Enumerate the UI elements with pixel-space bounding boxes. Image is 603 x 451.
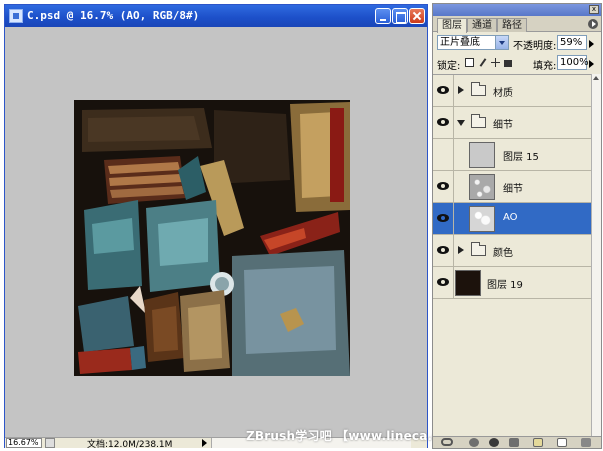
layer-group-color[interactable]: 颜色: [433, 235, 591, 267]
layer-group-material[interactable]: 材质: [433, 75, 591, 107]
photoshop-doc-icon: [9, 9, 23, 23]
layer-detail[interactable]: 细节: [433, 171, 591, 203]
eye-separator: [453, 139, 454, 171]
layer-name: 颜色: [493, 248, 513, 259]
close-icon[interactable]: [409, 8, 425, 24]
panel-titlebar[interactable]: x: [433, 4, 601, 16]
fill-slider-arrow-icon[interactable]: [589, 60, 594, 68]
layer-name: 图层 19: [487, 280, 523, 291]
layer-style-icon[interactable]: [469, 438, 479, 447]
zoom-level-field[interactable]: 16.67%: [6, 438, 42, 448]
eye-separator: [453, 235, 454, 267]
eye-icon[interactable]: [437, 182, 449, 190]
eye-icon[interactable]: [437, 86, 449, 94]
expand-arrow-icon[interactable]: [458, 86, 464, 94]
vertical-scrollbar[interactable]: [591, 74, 601, 442]
folder-icon: [471, 114, 486, 128]
layer-thumbnail: [469, 142, 495, 168]
scroll-up-icon[interactable]: [593, 76, 599, 80]
adjustment-layer-icon[interactable]: [509, 438, 519, 447]
lock-label: 锁定:: [437, 61, 461, 72]
layer-mask-icon[interactable]: [489, 438, 499, 447]
new-layer-icon[interactable]: [557, 438, 567, 447]
layers-list: 材质 细节 图层 15 细节 AO 颜色 图层 19: [433, 74, 591, 442]
maximize-icon[interactable]: [392, 8, 408, 24]
layers-panel: x 图层 通道 路径 正片叠底 不透明度: 59% 锁定: 填充: 100% 材…: [432, 3, 602, 449]
lock-all-icon[interactable]: [504, 60, 512, 67]
minimize-icon[interactable]: [375, 8, 391, 24]
texture-map-image: [74, 100, 350, 376]
panel-menu-icon[interactable]: [588, 19, 598, 29]
layer-thumbnail: [469, 174, 495, 200]
collapse-arrow-icon[interactable]: [457, 120, 465, 126]
trash-icon[interactable]: [581, 438, 591, 447]
panel-close-icon[interactable]: x: [589, 5, 599, 14]
eye-icon[interactable]: [437, 246, 449, 254]
fill-input[interactable]: 100%: [557, 55, 589, 70]
status-info-icon[interactable]: [45, 438, 55, 448]
status-menu-arrow-icon[interactable]: [202, 439, 207, 447]
panel-footer: [433, 436, 601, 448]
layer-name: 细节: [503, 184, 523, 195]
eye-separator: [453, 203, 454, 235]
eye-icon[interactable]: [437, 214, 449, 222]
lock-fill-row: 锁定: 填充: 100%: [433, 54, 601, 72]
layer-name: 细节: [493, 120, 513, 131]
fill-label: 填充:: [533, 61, 557, 72]
document-window: C.psd @ 16.7% (AO, RGB/8#) 16.67% 文档:12.…: [4, 4, 428, 450]
blend-mode-select[interactable]: 正片叠底: [437, 35, 509, 50]
layer-name: 图层 15: [503, 152, 539, 163]
link-layers-icon[interactable]: [441, 438, 453, 446]
eye-icon[interactable]: [437, 118, 449, 126]
folder-icon: [471, 242, 486, 256]
folder-icon: [471, 82, 486, 96]
tab-layers[interactable]: 图层: [437, 18, 467, 33]
tab-paths[interactable]: 路径: [497, 18, 527, 32]
layer-ao[interactable]: AO: [433, 203, 591, 235]
canvas-area[interactable]: [5, 27, 427, 437]
app-root: C.psd @ 16.7% (AO, RGB/8#) 16.67% 文档:12.…: [0, 0, 603, 451]
tab-channels[interactable]: 通道: [467, 18, 497, 32]
layer-thumbnail: [455, 270, 481, 296]
lock-move-icon[interactable]: [491, 58, 500, 67]
layer-thumbnail: [469, 206, 495, 232]
eye-separator: [453, 107, 454, 139]
opacity-slider-arrow-icon[interactable]: [589, 40, 594, 48]
eye-separator: [453, 75, 454, 107]
opacity-input[interactable]: 59%: [557, 35, 587, 50]
layer-19[interactable]: 图层 19: [433, 267, 591, 299]
layer-group-detail[interactable]: 细节: [433, 107, 591, 139]
lock-brush-icon[interactable]: [478, 58, 487, 67]
layer-name: 材质: [493, 88, 513, 99]
expand-arrow-icon[interactable]: [458, 246, 464, 254]
new-group-icon[interactable]: [533, 438, 543, 447]
eye-separator: [453, 171, 454, 203]
blend-mode-value: 正片叠底: [440, 37, 480, 48]
layer-name: AO: [503, 212, 518, 223]
lock-transparency-icon[interactable]: [465, 58, 474, 67]
panel-tabs: 图层 通道 路径: [433, 16, 601, 33]
layer-15[interactable]: 图层 15: [433, 139, 591, 171]
eye-separator: [453, 267, 454, 299]
opacity-label: 不透明度:: [513, 41, 557, 52]
blend-opacity-row: 正片叠底 不透明度: 59%: [433, 34, 601, 52]
chevron-down-icon[interactable]: [495, 36, 508, 49]
eye-icon[interactable]: [437, 278, 449, 286]
document-titlebar[interactable]: C.psd @ 16.7% (AO, RGB/8#): [5, 5, 427, 27]
texture-artwork[interactable]: [74, 100, 350, 376]
document-title: C.psd @ 16.7% (AO, RGB/8#): [27, 9, 200, 22]
document-size: 文档:12.0M/238.1M: [87, 440, 173, 450]
